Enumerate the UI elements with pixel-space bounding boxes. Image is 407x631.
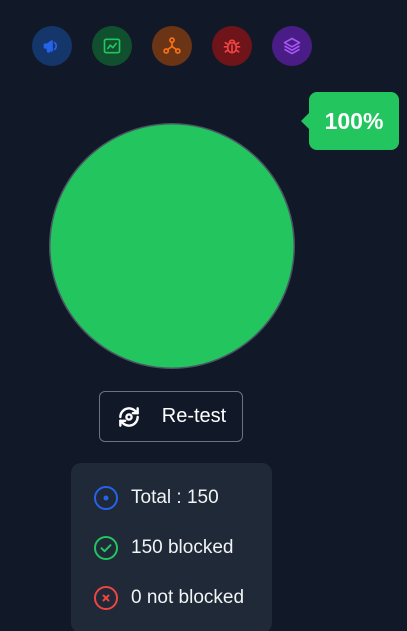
stats-panel: Total : 150 150 blocked 0 not blocked xyxy=(71,463,272,631)
megaphone-icon-button[interactable] xyxy=(32,26,72,66)
refresh-icon xyxy=(118,406,139,427)
progress-percent-badge: 100% xyxy=(301,92,399,150)
bug-icon xyxy=(223,39,241,54)
progress-fill xyxy=(50,124,294,368)
check-circle-icon xyxy=(94,536,118,560)
progress-chart xyxy=(49,123,295,369)
layers-icon-button[interactable] xyxy=(272,26,312,66)
x-circle-icon xyxy=(94,586,118,610)
chart-line-icon xyxy=(103,38,121,54)
network-icon xyxy=(163,37,181,54)
network-icon-button[interactable] xyxy=(152,26,192,66)
category-icon-row xyxy=(32,26,312,66)
bug-icon-button[interactable] xyxy=(212,26,252,66)
stat-total: Total : 150 xyxy=(93,485,272,511)
layers-icon xyxy=(283,37,301,55)
stat-blocked-label: 150 blocked xyxy=(131,537,234,558)
stat-total-label: Total : 150 xyxy=(131,487,219,508)
megaphone-icon xyxy=(43,40,58,53)
page: 100% Re-test Total : 150 150 blocked 0 n… xyxy=(0,0,407,631)
retest-label: Re-test xyxy=(161,405,227,427)
stat-not-blocked-label: 0 not blocked xyxy=(131,587,245,608)
target-icon xyxy=(94,486,118,510)
chart-line-icon-button[interactable] xyxy=(92,26,132,66)
stat-not-blocked: 0 not blocked xyxy=(93,585,272,611)
retest-button[interactable]: Re-test xyxy=(99,391,243,442)
stat-blocked: 150 blocked xyxy=(93,535,272,561)
